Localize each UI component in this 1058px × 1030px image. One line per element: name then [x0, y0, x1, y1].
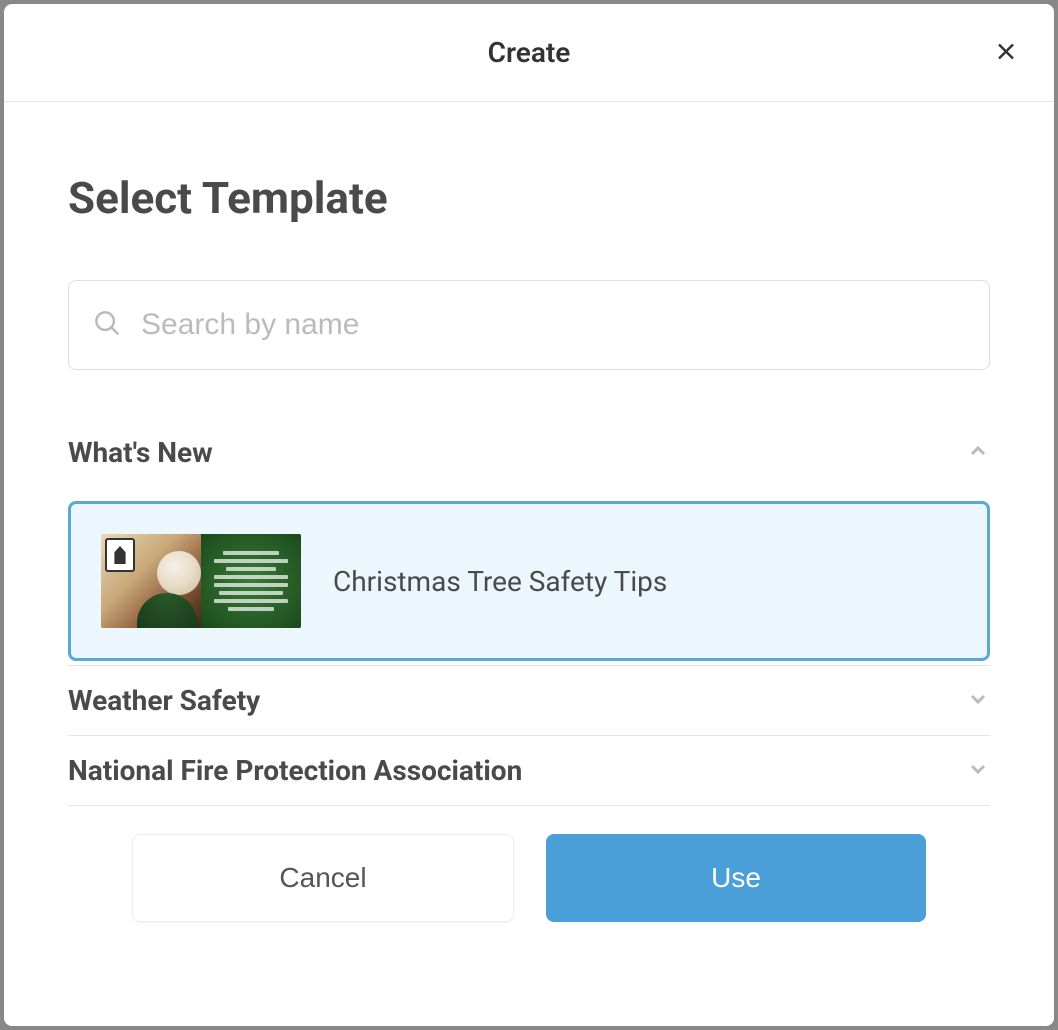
category-whats-new: What's New	[68, 418, 990, 666]
category-header[interactable]: Weather Safety	[68, 666, 990, 735]
nfpa-badge-icon	[105, 538, 135, 572]
template-thumbnail	[101, 534, 301, 628]
category-weather-safety: Weather Safety	[68, 666, 990, 736]
search-input[interactable]	[68, 280, 990, 370]
category-items: Christmas Tree Safety Tips	[68, 487, 990, 665]
modal-title: Create	[488, 36, 571, 69]
use-button[interactable]: Use	[546, 834, 926, 922]
chevron-down-icon	[966, 687, 990, 715]
category-nfpa: National Fire Protection Association	[68, 736, 990, 806]
category-header[interactable]: What's New	[68, 418, 990, 487]
category-title: What's New	[68, 436, 213, 469]
modal-body: Select Template What's New	[4, 102, 1054, 1026]
create-modal: Create Select Template What's New	[4, 4, 1054, 1026]
template-item[interactable]: Christmas Tree Safety Tips	[68, 501, 990, 661]
category-title: Weather Safety	[68, 684, 260, 717]
modal-header: Create	[4, 4, 1054, 102]
search-wrapper	[68, 280, 990, 370]
close-icon	[994, 39, 1018, 66]
chevron-down-icon	[966, 757, 990, 785]
chevron-up-icon	[966, 439, 990, 467]
close-button[interactable]	[990, 35, 1022, 70]
category-title: National Fire Protection Association	[68, 754, 522, 787]
category-header[interactable]: National Fire Protection Association	[68, 736, 990, 805]
page-title: Select Template	[68, 172, 990, 224]
cancel-button[interactable]: Cancel	[132, 834, 514, 922]
modal-footer: Cancel Use	[68, 834, 990, 970]
template-name: Christmas Tree Safety Tips	[333, 565, 667, 598]
